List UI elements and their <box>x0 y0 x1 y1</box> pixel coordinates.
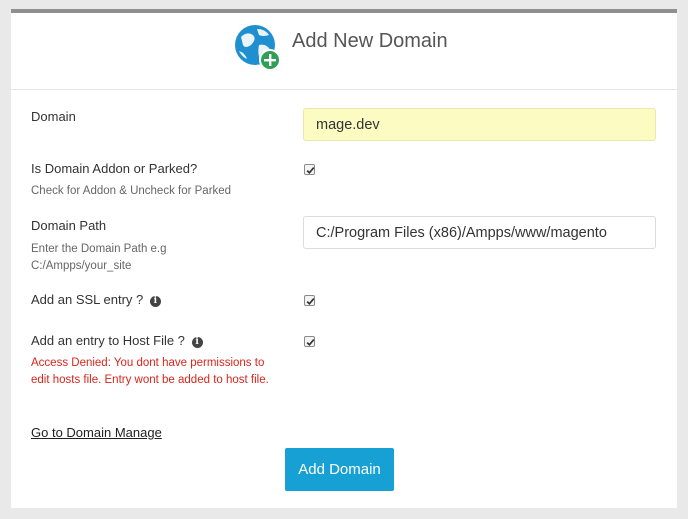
ssl-label-text: Add an SSL entry ? <box>31 292 144 307</box>
hosts-checkbox[interactable] <box>304 336 315 347</box>
page-title: Add New Domain <box>292 30 448 52</box>
addon-label: Is Domain Addon or Parked? <box>31 161 198 176</box>
add-domain-panel: Add New Domain Domain Is Domain Addon or… <box>11 9 677 508</box>
hosts-label-text: Add an entry to Host File ? <box>31 333 185 348</box>
ssl-checkbox[interactable] <box>304 295 315 306</box>
globe-plus-icon <box>235 25 281 71</box>
path-label: Domain Path <box>31 218 107 233</box>
add-domain-button[interactable]: Add Domain <box>285 448 394 491</box>
addon-hint: Check for Addon & Uncheck for Parked <box>31 185 232 197</box>
checkmark-icon <box>306 167 315 175</box>
checkmark-icon <box>306 298 315 306</box>
info-icon[interactable]: i <box>191 337 203 348</box>
domain-manage-link[interactable]: Go to Domain Manage <box>31 425 162 440</box>
hosts-error-message: Access Denied: You dont have permissions… <box>31 357 269 386</box>
hosts-label: Add an entry to Host File ? i <box>31 333 203 348</box>
checkmark-icon <box>306 339 315 347</box>
domain-label: Domain <box>31 109 76 124</box>
ssl-label: Add an SSL entry ? i <box>31 292 161 307</box>
path-hint: Enter the Domain Path e.g C:/Ampps/your_… <box>31 243 167 272</box>
info-icon[interactable]: i <box>149 296 161 307</box>
panel-header: Add New Domain <box>11 13 677 90</box>
addon-checkbox[interactable] <box>304 164 315 175</box>
domain-path-input[interactable] <box>303 216 656 249</box>
domain-input[interactable] <box>303 108 656 141</box>
